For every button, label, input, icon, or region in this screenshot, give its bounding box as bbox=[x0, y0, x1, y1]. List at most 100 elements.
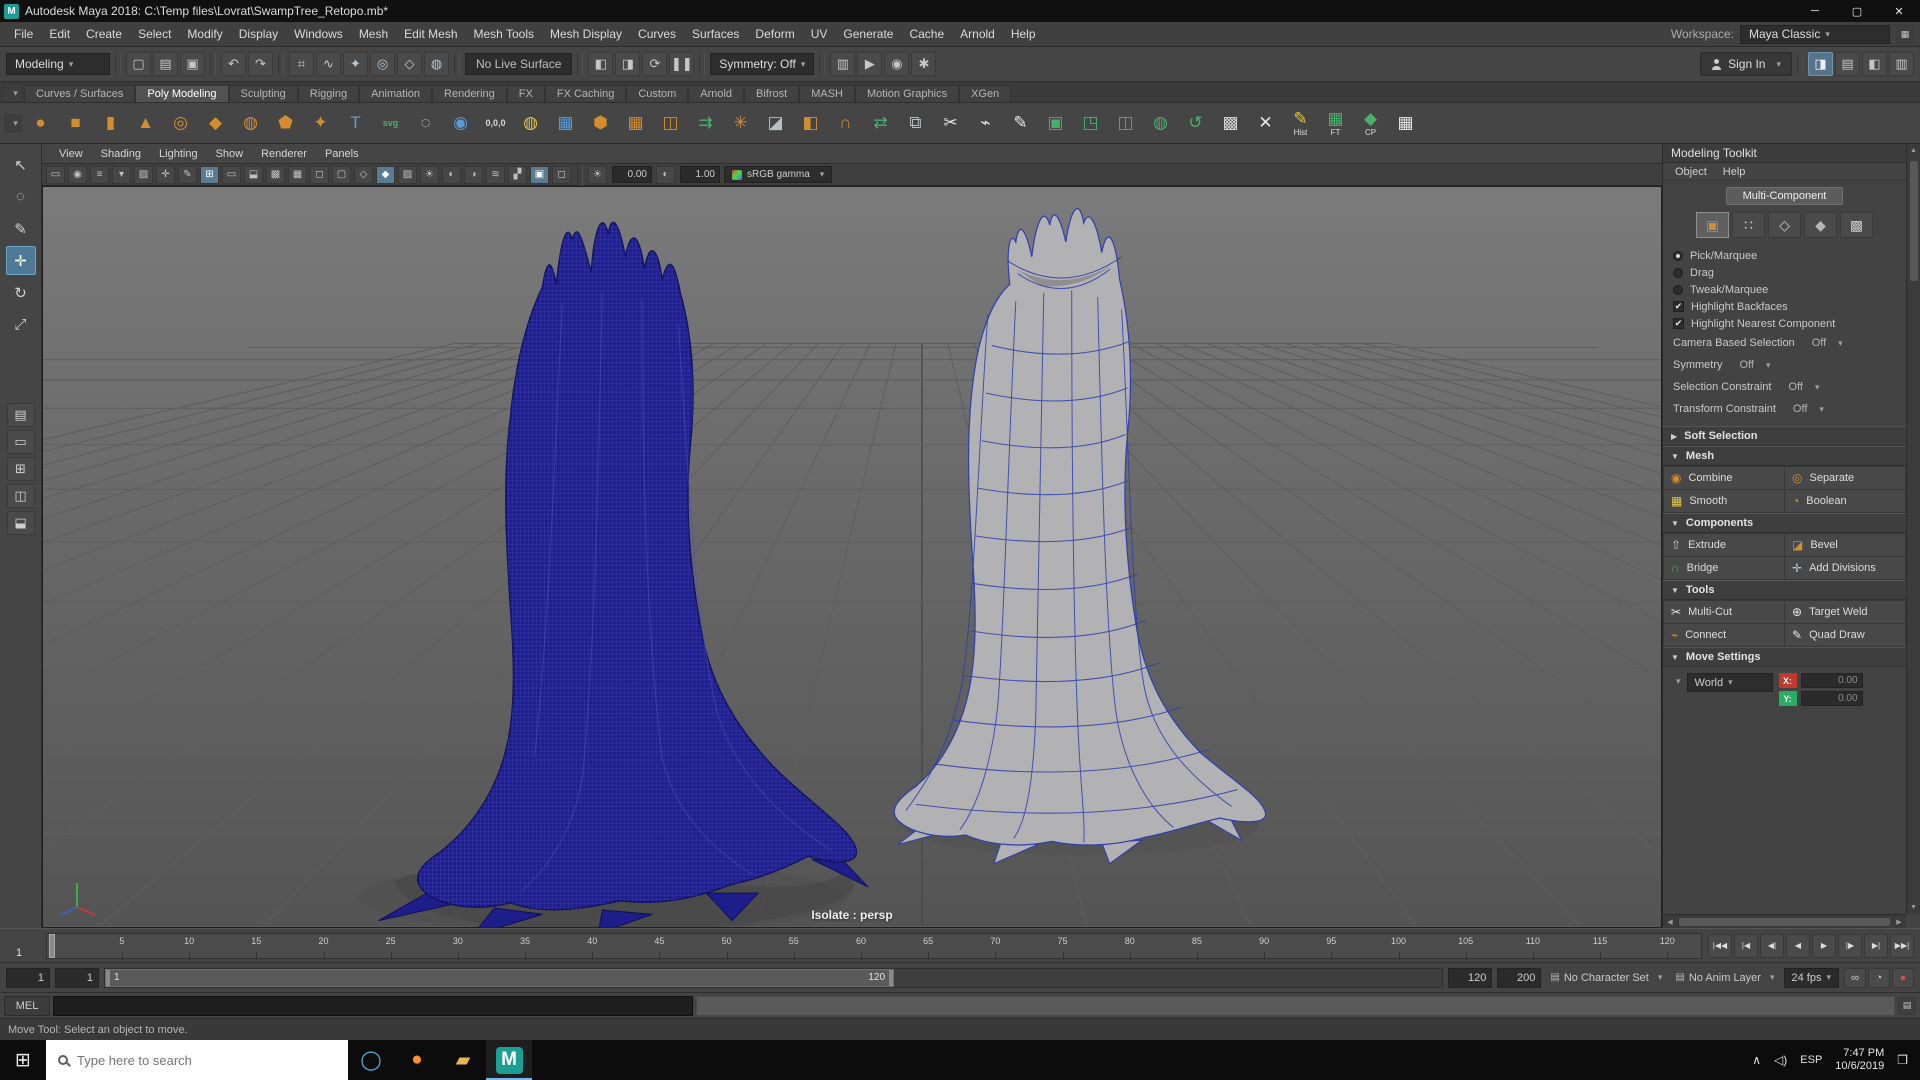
center-pivot-icon[interactable]: ◆ CP bbox=[1354, 106, 1387, 140]
separator[interactable] bbox=[278, 53, 284, 75]
constraint-dropdown-row[interactable]: Selection ConstraintOff bbox=[1673, 376, 1896, 398]
playback-end-field[interactable]: 120 bbox=[1448, 968, 1492, 988]
type-tool-icon[interactable]: T bbox=[339, 106, 372, 140]
viewport-menu-item[interactable]: Renderer bbox=[252, 148, 316, 160]
minimize-button[interactable]: ─ bbox=[1794, 0, 1836, 22]
uv-auto-icon[interactable]: ◳ bbox=[1074, 106, 1107, 140]
vertex-mode-icon[interactable]: ∷ bbox=[1732, 212, 1765, 238]
maximize-button[interactable]: ▢ bbox=[1836, 0, 1878, 22]
extrude-icon[interactable]: ⬢ bbox=[584, 106, 617, 140]
construction-history-icon[interactable]: ⟳ bbox=[642, 52, 667, 76]
volume-icon[interactable]: ◁) bbox=[1774, 1053, 1787, 1067]
duplicate-face-icon[interactable]: ⧉ bbox=[899, 106, 932, 140]
taskbar-search[interactable] bbox=[46, 1040, 348, 1080]
safe-title-icon[interactable]: ▢ bbox=[332, 166, 351, 184]
subdiv-proxy-icon[interactable]: ▦ bbox=[549, 106, 582, 140]
bevel-icon[interactable]: ◧ bbox=[794, 106, 827, 140]
quad-draw-icon[interactable]: ✎ bbox=[1004, 106, 1037, 140]
image-plane-icon[interactable]: ▨ bbox=[134, 166, 153, 184]
anim-layer-dropdown[interactable]: ▤ No Anim Layer bbox=[1671, 972, 1778, 984]
constraint-dropdown-row[interactable]: Transform ConstraintOff bbox=[1673, 398, 1896, 420]
move-space-dropdown[interactable]: World bbox=[1687, 673, 1773, 692]
render-settings-icon[interactable]: ✱ bbox=[911, 52, 936, 76]
hypershade-persp-layout-button[interactable]: ⬓ bbox=[7, 511, 35, 535]
uv-mode-icon[interactable]: ▩ bbox=[1840, 212, 1873, 238]
menubar-item[interactable]: Display bbox=[231, 22, 286, 46]
symmetry-dropdown[interactable]: Symmetry: Off bbox=[710, 53, 814, 75]
select-tool[interactable]: ↖ bbox=[6, 150, 36, 179]
play-forwards-button[interactable]: ▶ bbox=[1812, 934, 1836, 958]
playback-speed-icon[interactable]: ◔ bbox=[1868, 968, 1890, 988]
scroll-left-icon[interactable]: ◀ bbox=[1663, 918, 1677, 926]
snap-point-icon[interactable]: ✦ bbox=[343, 52, 368, 76]
playback-start-field[interactable]: 1 bbox=[55, 968, 99, 988]
add-divisions-icon[interactable]: ▦ bbox=[619, 106, 652, 140]
animation-start-field[interactable]: 1 bbox=[6, 968, 50, 988]
start-button[interactable]: ⊞ bbox=[0, 1040, 46, 1080]
poly-plane-icon[interactable]: ◆ bbox=[199, 106, 232, 140]
radio-option[interactable]: Pick/Marquee bbox=[1673, 247, 1896, 264]
camera-attributes-icon[interactable]: ≡ bbox=[90, 166, 109, 184]
persp-outliner-layout-button[interactable]: ◫ bbox=[7, 484, 35, 508]
gamma-field[interactable]: 1.00 bbox=[680, 166, 720, 183]
time-slider-strip[interactable]: 5101520253035404550556065707580859095100… bbox=[46, 933, 1702, 959]
wedge-face-icon[interactable]: ◪ bbox=[759, 106, 792, 140]
poly-cylinder-icon[interactable]: ▮ bbox=[94, 106, 127, 140]
taskbar-clock[interactable]: 7:47 PM 10/6/2019 bbox=[1835, 1047, 1884, 1073]
menubar-item[interactable]: Help bbox=[1003, 22, 1044, 46]
action-center-icon[interactable]: ❒ bbox=[1897, 1053, 1908, 1067]
separate-button[interactable]: ◎Separate bbox=[1785, 467, 1905, 489]
snap-grid-icon[interactable]: ⌗ bbox=[289, 52, 314, 76]
smooth-button[interactable]: ▦Smooth bbox=[1664, 490, 1784, 512]
menubar-item[interactable]: File bbox=[6, 22, 41, 46]
shelf-tab[interactable]: Arnold bbox=[688, 85, 744, 102]
current-time-marker[interactable] bbox=[49, 934, 55, 958]
move-tool[interactable]: ✛ bbox=[6, 246, 36, 275]
file-explorer-icon[interactable]: ▰ bbox=[440, 1040, 486, 1080]
resolution-gate-icon[interactable]: ⬓ bbox=[244, 166, 263, 184]
axis-orientation-caret[interactable] bbox=[1671, 673, 1681, 687]
history-shelf-icon[interactable]: ✎ Hist bbox=[1284, 106, 1317, 140]
menubar-item[interactable]: Deform bbox=[747, 22, 802, 46]
extrude-button[interactable]: ⇧Extrude bbox=[1664, 534, 1784, 556]
rotate-tool[interactable]: ↻ bbox=[6, 278, 36, 307]
bridge-button[interactable]: ∩Bridge bbox=[1664, 557, 1784, 579]
animation-end-field[interactable]: 200 bbox=[1497, 968, 1541, 988]
make-object-live-icon[interactable]: ◍ bbox=[424, 52, 449, 76]
snap-projected-center-icon[interactable]: ◎ bbox=[370, 52, 395, 76]
uv-planar-icon[interactable]: ▣ bbox=[1039, 106, 1072, 140]
shelf-tab[interactable]: FX Caching bbox=[545, 85, 626, 102]
attribute-editor-panel-icon[interactable]: ▤ bbox=[1835, 52, 1860, 76]
connect-button[interactable]: ⌁Connect bbox=[1664, 624, 1784, 646]
horizontal-scrollbar[interactable]: ◀ ▶ bbox=[1663, 914, 1906, 928]
open-render-view-icon[interactable]: ▥ bbox=[830, 52, 855, 76]
play-backwards-button[interactable]: ◀ bbox=[1786, 934, 1810, 958]
safe-action-icon[interactable]: ◻ bbox=[310, 166, 329, 184]
viewport-menu-item[interactable]: Show bbox=[207, 148, 253, 160]
menubar-item[interactable]: Arnold bbox=[952, 22, 1003, 46]
search-input[interactable] bbox=[77, 1053, 336, 1068]
menubar-item[interactable]: Surfaces bbox=[684, 22, 747, 46]
workspace-dropdown[interactable]: Maya Classic bbox=[1740, 25, 1890, 44]
viewport-menu-item[interactable]: Panels bbox=[316, 148, 368, 160]
paint-select-tool[interactable]: ✎ bbox=[6, 214, 36, 243]
xray-toggle-icon[interactable]: ◻ bbox=[552, 166, 571, 184]
multi-cut-icon[interactable]: ✂ bbox=[934, 106, 967, 140]
menubar-item[interactable]: Mesh Tools bbox=[466, 22, 542, 46]
separator[interactable] bbox=[210, 53, 216, 75]
add-divisions-button[interactable]: ✛Add Divisions bbox=[1785, 557, 1905, 579]
undo-icon[interactable]: ↶ bbox=[221, 52, 246, 76]
snap-curve-icon[interactable]: ∿ bbox=[316, 52, 341, 76]
shelf-tab-options-icon[interactable] bbox=[4, 84, 22, 102]
checkbox-option[interactable]: Highlight Backfaces bbox=[1673, 298, 1896, 315]
uv-camera-icon[interactable]: ↺ bbox=[1179, 106, 1212, 140]
multi-component-mode-icon[interactable]: ▣ bbox=[1696, 212, 1729, 238]
motion-blur-toggle-icon[interactable]: ≋ bbox=[486, 166, 505, 184]
menubar-item[interactable]: Create bbox=[78, 22, 130, 46]
save-scene-icon[interactable]: ▣ bbox=[180, 52, 205, 76]
bevel-button[interactable]: ◪Bevel bbox=[1785, 534, 1905, 556]
components-section-header[interactable]: ▼ Components bbox=[1663, 513, 1906, 533]
reset-pivot-icon[interactable]: 0,0,0 bbox=[479, 106, 512, 140]
toolkit-menu-item[interactable]: Object bbox=[1669, 166, 1713, 178]
isolate-select-icon[interactable]: ▣ bbox=[530, 166, 549, 184]
